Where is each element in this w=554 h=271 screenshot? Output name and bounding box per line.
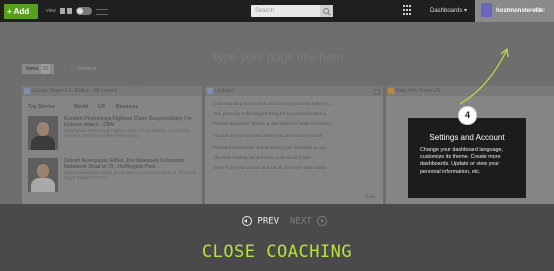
news-widget-title: Google News U.S. Edition - All content — [32, 88, 118, 94]
apps-grid-icon[interactable] — [403, 5, 411, 16]
list-view-icon[interactable] — [67, 8, 72, 14]
tab-news-count: 12 — [40, 64, 51, 74]
search-placeholder: Search — [255, 8, 275, 14]
news-subtabs: Top Stories World US Business — [26, 101, 186, 111]
list-item-text: Shine from your chosen and set all one m… — [213, 165, 327, 170]
updates-widget-icon — [207, 88, 213, 94]
story-snippet: Detroit Newspaper Editor Jim Notebook Co… — [64, 170, 196, 181]
list-item-text: The daily reading list and what to do ab… — [213, 155, 312, 160]
list-item[interactable]: The daily reading list and what to do ab… — [213, 154, 383, 162]
list-item-text: Personal statements: Summarizing your st… — [213, 145, 330, 150]
view-toggle[interactable]: view — [46, 6, 126, 16]
news-widget: Google News U.S. Edition - All content T… — [22, 86, 202, 204]
news-widget-edit-box[interactable] — [122, 87, 149, 95]
grid-view-icon[interactable] — [60, 8, 65, 14]
next-button[interactable]: NEXT — [290, 216, 328, 227]
dashboards-label: Dashboards — [430, 8, 463, 14]
callout-body: Change your dashboard language, customiz… — [420, 147, 504, 175]
list-item[interactable]: Product adoptions: thanks & new ideas fo… — [213, 120, 383, 128]
story-headline[interactable]: Detroit Newspaper Editor Jim Notebook Co… — [64, 158, 200, 170]
story-thumbnail — [28, 116, 58, 150]
prev-label: PREV — [257, 216, 280, 227]
coaching-callout: Settings and Account Change your dashboa… — [408, 118, 526, 198]
next-arrow-icon — [317, 216, 328, 226]
list-item[interactable]: Detroit Newspaper Editor Jim Notebook Co… — [22, 156, 202, 196]
news-widget-header[interactable]: Google News U.S. Edition - All content — [22, 86, 202, 96]
list-item[interactable]: Personal statements: Summarizing your st… — [213, 144, 383, 152]
tab-news-label: News — [26, 66, 39, 72]
prev-button[interactable]: PREV — [242, 216, 279, 227]
updates-widget-title: Updates — [215, 88, 234, 94]
view-label: view — [46, 8, 57, 14]
next-label: NEXT — [290, 216, 312, 227]
dashboards-menu[interactable]: Dashboards ▾ — [430, 5, 467, 17]
layout-icon[interactable] — [96, 9, 108, 15]
list-item[interactable]: Yes, planning is the biggest thing for a… — [213, 110, 383, 118]
list-item[interactable]: You are at your very best when you are t… — [213, 132, 383, 140]
coaching-arrow — [459, 47, 509, 105]
nyt-widget-title: New York Times US — [396, 88, 441, 94]
subtab-world[interactable]: World — [74, 104, 88, 110]
news-widget-icon — [24, 88, 30, 94]
add-label: Add — [13, 7, 30, 16]
list-item-text: Product adoptions: thanks & new ideas fo… — [213, 121, 332, 126]
callout-title: Settings and Account — [429, 133, 505, 142]
gear-icon — [70, 65, 76, 72]
top-bar: + Add view Search Dashboards ▾ hostmonst… — [0, 0, 554, 22]
list-item-text: Yes, planning is the biggest thing for a… — [213, 111, 330, 116]
avatar[interactable] — [481, 3, 492, 17]
step-number-badge: 4 — [458, 106, 477, 125]
updates-widget: Updates Understanding how to pick and st… — [205, 86, 383, 204]
rss-icon — [388, 88, 394, 94]
prev-arrow-icon — [242, 216, 252, 226]
close-coaching-button[interactable]: CLOSE COACHING — [0, 242, 554, 262]
view-switch[interactable] — [76, 7, 92, 15]
add-button[interactable]: + Add — [4, 4, 38, 19]
search-input[interactable]: Search — [251, 5, 333, 17]
tab-news[interactable]: News 12 — [22, 64, 55, 74]
list-item-text: Understanding how to pick and stick to g… — [213, 101, 333, 106]
tab-general-label: General — [78, 66, 96, 72]
subtab-business[interactable]: Business — [116, 104, 138, 110]
list-item-text: You are at your very best when you are t… — [213, 133, 323, 138]
tab-general[interactable]: General — [66, 64, 100, 74]
story-snippet: CNN/World: Peshmerga Fighters Claim Resp… — [64, 128, 191, 139]
more-link[interactable]: more — [365, 194, 375, 199]
user-menu[interactable]: hostmonsterelle USE — [475, 0, 554, 22]
story-headline[interactable]: Kurdish Peshmerga Fighters Claim Respons… — [64, 116, 200, 128]
widget-close-icon[interactable] — [374, 89, 380, 95]
search-icon — [323, 8, 331, 16]
subtab-us[interactable]: US — [98, 104, 105, 110]
story-thumbnail — [28, 158, 58, 192]
search-button[interactable] — [320, 5, 333, 17]
list-item[interactable]: Shine from your chosen and set all one m… — [213, 164, 383, 172]
subtab-top-stories[interactable]: Top Stories — [28, 104, 55, 110]
list-item[interactable]: Kurdish Peshmerga Fighters Claim Respons… — [22, 114, 202, 154]
coaching-bar: PREV NEXT CLOSE COACHING — [0, 204, 554, 271]
updates-widget-header[interactable]: Updates — [205, 86, 383, 96]
username-suffix: USE — [535, 8, 546, 14]
list-item[interactable]: Understanding how to pick and stick to g… — [213, 100, 383, 108]
